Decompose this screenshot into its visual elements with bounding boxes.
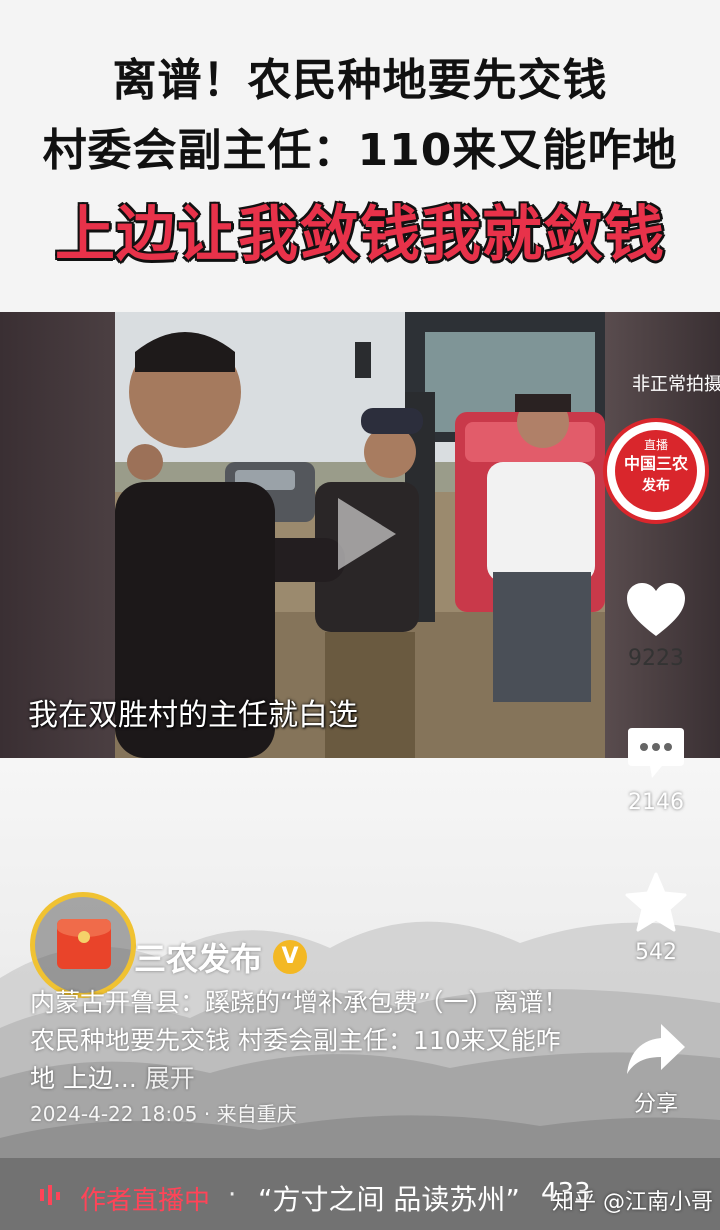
- channel-logo-bottom: 发布: [642, 478, 670, 494]
- headline-line-3: 上边让我敛钱我就敛钱: [55, 200, 665, 270]
- zhihu-watermark: 知乎 @江南小哥: [552, 1190, 713, 1215]
- favorite-count: 542: [635, 940, 677, 965]
- headline-banner: 离谱！农民种地要先交钱 村委会副主任：110来又能咋地 上边让我敛钱我就敛钱: [0, 0, 720, 312]
- expand-caption-link[interactable]: 展开: [145, 1064, 195, 1093]
- author-avatar[interactable]: [30, 892, 136, 998]
- headline-line-2: 村委会副主任：110来又能咋地: [42, 125, 678, 176]
- live-separator: ·: [228, 1180, 237, 1210]
- video-subtitle: 我在双胜村的主任就白选: [28, 698, 358, 733]
- video-watermark-text: 非正常拍摄: [632, 374, 720, 395]
- author-name[interactable]: 三农发布: [134, 934, 262, 980]
- channel-logo-top: 直播: [643, 438, 668, 452]
- comment-count: 2146: [628, 790, 684, 815]
- share-button[interactable]: 分享: [611, 1020, 701, 1118]
- post-caption[interactable]: 内蒙古开鲁县：蹊跷的“增补承包费”（一）离谱！农民种地要先交钱 村委会副主任：1…: [30, 984, 570, 1098]
- like-button[interactable]: 9223: [611, 582, 701, 671]
- share-arrow-icon: [627, 1024, 685, 1074]
- headline-line-1: 离谱！农民种地要先交钱: [112, 55, 608, 106]
- favorite-button[interactable]: 542: [611, 872, 701, 965]
- share-label: 分享: [633, 1092, 678, 1117]
- channel-logo-emblem: 直播 中国三农 发布: [615, 430, 697, 512]
- live-stream-title: “方寸之间 品读苏州”: [258, 1183, 520, 1216]
- post-meta: 2024-4-22 18:05 · 来自重庆: [30, 1098, 297, 1127]
- red-packet-icon[interactable]: [57, 919, 111, 969]
- verified-badge-icon: V: [273, 940, 307, 974]
- video-player[interactable]: 我在双胜村的主任就白选 非正常拍摄 直播 中国三农 发布: [0, 312, 720, 758]
- caption-text: 内蒙古开鲁县：蹊跷的“增补承包费”（一）离谱！农民种地要先交钱 村委会副主任：1…: [30, 988, 569, 1093]
- heart-icon: [627, 583, 685, 636]
- meta-separator: ·: [203, 1102, 211, 1126]
- channel-logo: 直播 中国三农 发布: [603, 418, 709, 524]
- channel-logo-middle: 中国三农: [623, 454, 688, 473]
- live-status-label: 作者直播中: [80, 1186, 211, 1216]
- comment-icon: [628, 728, 684, 778]
- live-bars-icon: [40, 1185, 60, 1205]
- comment-button[interactable]: 2146: [611, 726, 701, 815]
- post-location: 来自重庆: [216, 1102, 297, 1126]
- post-date: 2024-4-22 18:05: [30, 1102, 198, 1126]
- play-icon[interactable]: [330, 494, 400, 574]
- like-count: 9223: [628, 646, 684, 671]
- star-icon: [625, 872, 687, 932]
